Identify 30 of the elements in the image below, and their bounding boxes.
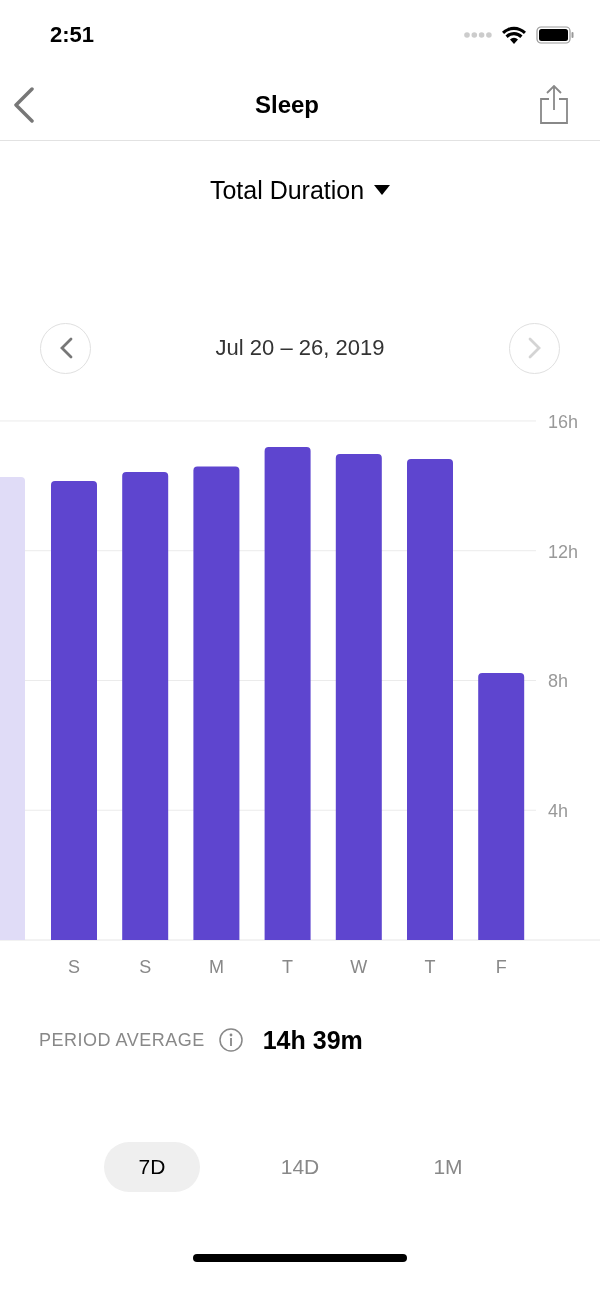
range-tab[interactable]: 7D	[104, 1142, 200, 1192]
average-label: PERIOD AVERAGE	[39, 1029, 205, 1051]
info-icon[interactable]	[218, 1028, 243, 1052]
share-button[interactable]	[538, 85, 570, 125]
signal-icon	[464, 32, 492, 38]
day-label: T	[282, 957, 294, 977]
back-button[interactable]	[12, 87, 36, 123]
chevron-right-icon	[527, 337, 542, 359]
caret-icon	[374, 185, 391, 195]
axis-label: 8h	[548, 671, 569, 692]
range-tab[interactable]: 14D	[252, 1142, 348, 1192]
axis-label: 16h	[548, 411, 579, 432]
range-tab[interactable]: 1M	[400, 1142, 496, 1192]
axis-label: 4h	[548, 801, 569, 822]
day-label: W	[350, 957, 368, 977]
day-label: S	[68, 957, 80, 977]
day-label: T	[424, 957, 436, 977]
day-label: F	[495, 957, 507, 977]
screen-title: Sleep	[255, 91, 319, 119]
previous-button[interactable]	[40, 322, 91, 374]
chevron-left-icon	[58, 337, 73, 359]
status-time: 2:51	[50, 22, 95, 48]
day-label: M	[208, 957, 224, 977]
battery-icon	[536, 26, 574, 44]
wifi-icon	[502, 26, 526, 44]
axis-label: 12h	[548, 541, 579, 562]
metric-dropdown[interactable]: Total Duration	[209, 173, 391, 207]
date-range: Jul 20 – 26, 2019	[215, 335, 385, 361]
average-value: 14h 39m	[262, 1025, 363, 1055]
day-label: S	[139, 957, 152, 977]
